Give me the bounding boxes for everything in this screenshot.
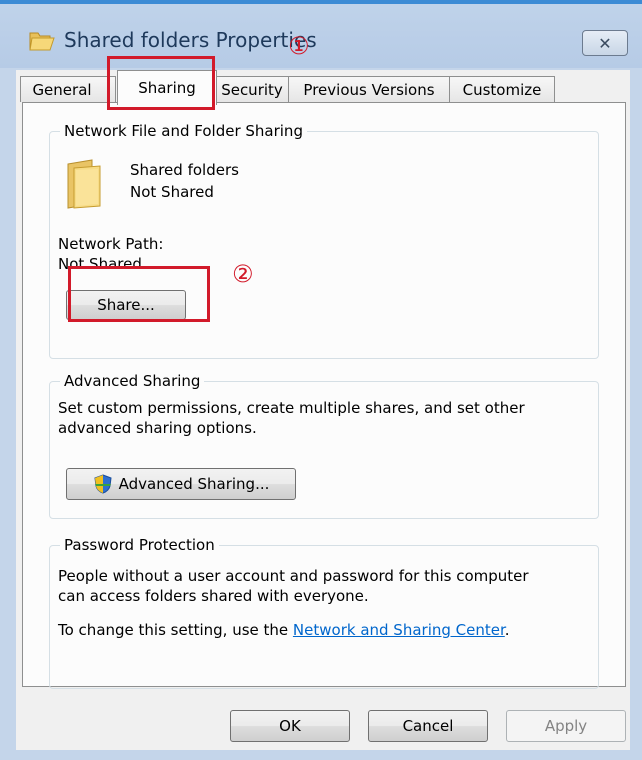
tab-sharing[interactable]: Sharing — [117, 70, 217, 105]
title-bar[interactable]: Shared folders Properties ✕ — [0, 0, 642, 68]
properties-dialog: Shared folders Properties ✕ General Shar… — [0, 0, 642, 760]
password-protection-group: Password Protection People without a use… — [49, 536, 599, 689]
tab-general-label: General — [32, 80, 92, 99]
tab-customize-label: Customize — [462, 81, 542, 99]
folder-name: Shared folders — [130, 161, 239, 179]
window-title: Shared folders Properties — [64, 28, 317, 52]
ok-button[interactable]: OK — [230, 710, 350, 742]
network-sharing-group: Network File and Folder Sharing Shared f… — [49, 122, 599, 359]
password-protection-line1: People without a user account and passwo… — [58, 567, 529, 585]
tab-previous-versions[interactable]: Previous Versions — [288, 76, 450, 103]
tab-previous-versions-label: Previous Versions — [303, 81, 435, 99]
apply-button[interactable]: Apply — [506, 710, 626, 742]
network-sharing-group-label: Network File and Folder Sharing — [60, 122, 307, 140]
close-icon: ✕ — [598, 33, 612, 53]
annotation-marker-1: ① — [288, 32, 310, 60]
dialog-client-area: General Sharing Security Previous Versio… — [16, 70, 630, 750]
share-button[interactable]: Share... — [66, 290, 186, 320]
share-button-label: Share... — [97, 296, 155, 314]
apply-button-label: Apply — [544, 717, 588, 735]
tab-security-label: Security — [221, 81, 283, 99]
security-shield-icon — [94, 474, 112, 494]
cancel-button[interactable]: Cancel — [368, 710, 488, 742]
network-path-label: Network Path: — [58, 235, 164, 253]
cancel-button-label: Cancel — [402, 717, 454, 735]
annotation-marker-2: ② — [232, 260, 254, 288]
tab-customize[interactable]: Customize — [449, 76, 555, 103]
advanced-sharing-description-line2: advanced sharing options. — [58, 419, 257, 437]
advanced-sharing-button[interactable]: Advanced Sharing... — [66, 468, 296, 500]
change-setting-text: To change this setting, use the Network … — [58, 620, 510, 640]
tab-sharing-label: Sharing — [138, 79, 196, 97]
change-setting-suffix: . — [504, 621, 510, 639]
tab-general[interactable]: General — [20, 76, 116, 102]
folder-icon — [29, 32, 55, 51]
sharing-tab-panel: Network File and Folder Sharing Shared f… — [22, 102, 626, 689]
advanced-sharing-description-line1: Set custom permissions, create multiple … — [58, 399, 525, 417]
advanced-sharing-group: Advanced Sharing Set custom permissions,… — [49, 372, 599, 519]
password-protection-group-label: Password Protection — [60, 536, 219, 554]
ok-button-label: OK — [279, 717, 301, 735]
title-bar-highlight — [0, 0, 642, 4]
shared-folder-icon — [67, 159, 101, 209]
network-path-value: Not Shared — [58, 255, 142, 273]
tab-security[interactable]: Security — [215, 76, 289, 103]
password-protection-line2: can access folders shared with everyone. — [58, 587, 369, 605]
network-sharing-center-link[interactable]: Network and Sharing Center — [293, 621, 505, 639]
advanced-sharing-button-label: Advanced Sharing... — [118, 475, 270, 493]
change-setting-prefix: To change this setting, use the — [58, 621, 293, 639]
advanced-sharing-group-label: Advanced Sharing — [60, 372, 205, 390]
folder-share-status: Not Shared — [130, 183, 214, 201]
close-button[interactable]: ✕ — [582, 30, 628, 56]
